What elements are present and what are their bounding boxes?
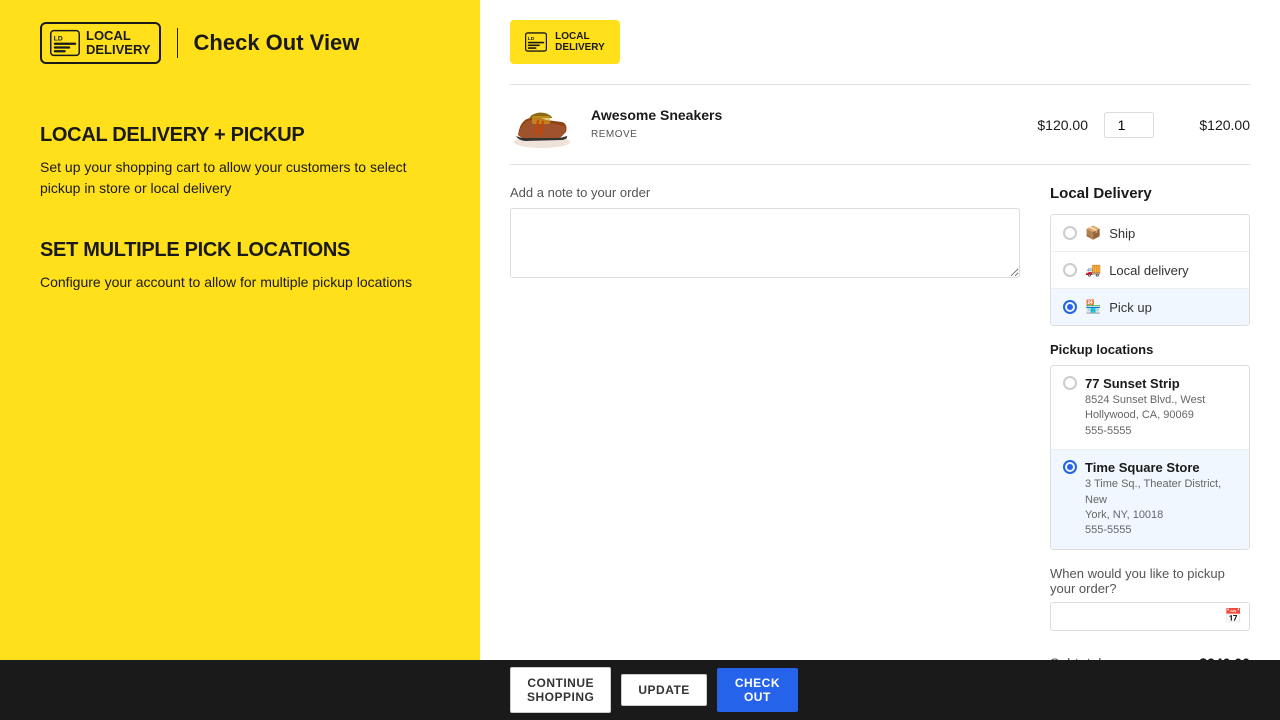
option-pickup[interactable]: 🏪 Pick up xyxy=(1051,289,1249,325)
subtotal-row: Subtotal $240.00 xyxy=(1050,647,1250,660)
option-ship[interactable]: 📦 Ship xyxy=(1051,215,1249,252)
item-price: $120.00 xyxy=(1008,117,1088,133)
pickup-locations-title: Pickup locations xyxy=(1050,342,1250,357)
pickup-date-label: When would you like to pickup your order… xyxy=(1050,566,1250,596)
bottom-bar: CONTINUE SHOPPING UPDATE CHECK OUT xyxy=(0,660,1280,720)
sunset-radio[interactable] xyxy=(1063,376,1077,390)
logo-line2: DELIVERY xyxy=(86,43,151,57)
pickup-date-input[interactable] xyxy=(1050,602,1250,631)
logo-badge: LD LOCAL DELIVERY xyxy=(40,22,161,64)
local-radio[interactable] xyxy=(1063,263,1077,277)
local-label: Local delivery xyxy=(1109,263,1189,278)
feature-multiple-locations: SET MULTIPLE PICK LOCATIONS Configure yo… xyxy=(40,239,440,293)
pickup-radio[interactable] xyxy=(1063,300,1077,314)
remove-button[interactable]: REMOVE xyxy=(591,127,637,142)
feature1-title: LOCAL DELIVERY + PICKUP xyxy=(40,124,440,147)
checkout-button[interactable]: CHECK OUT xyxy=(717,668,798,712)
delivery-section-title: Local Delivery xyxy=(1050,185,1250,202)
continue-shopping-button[interactable]: CONTINUE SHOPPING xyxy=(510,667,611,713)
feature1-desc: Set up your shopping cart to allow your … xyxy=(40,157,440,199)
item-quantity[interactable] xyxy=(1104,112,1154,138)
ship-radio[interactable] xyxy=(1063,226,1077,240)
location-sunset[interactable]: 77 Sunset Strip 8524 Sunset Blvd., WestH… xyxy=(1051,366,1249,450)
ship-label: Ship xyxy=(1109,226,1135,241)
delivery-options: 📦 Ship 🚚 Local delivery 🏪 Pick up xyxy=(1050,214,1250,326)
local-icon: 🚚 xyxy=(1085,262,1101,278)
location-timesquare[interactable]: Time Square Store 3 Time Sq., Theater Di… xyxy=(1051,450,1249,549)
note-label: Add a note to your order xyxy=(510,185,1020,200)
feature2-desc: Configure your account to allow for mult… xyxy=(40,272,440,293)
page-title: Check Out View xyxy=(194,30,360,56)
sunset-name: 77 Sunset Strip xyxy=(1085,376,1237,391)
sneaker-image xyxy=(510,100,575,150)
calendar-icon: 📅 xyxy=(1225,608,1242,625)
shop-logo-icon: LD xyxy=(525,32,547,52)
timesquare-name: Time Square Store xyxy=(1085,460,1237,475)
update-button[interactable]: UPDATE xyxy=(621,674,706,706)
order-note-input[interactable] xyxy=(510,208,1020,278)
pickup-date-wrapper: 📅 xyxy=(1050,602,1250,631)
option-local[interactable]: 🚚 Local delivery xyxy=(1051,252,1249,289)
sunset-address: 8524 Sunset Blvd., WestHollywood, CA, 90… xyxy=(1085,393,1237,439)
shop-logo: LD LOCAL DELIVERY xyxy=(510,20,620,64)
timesquare-radio[interactable] xyxy=(1063,460,1077,474)
header-divider xyxy=(177,28,178,58)
item-details: Awesome Sneakers REMOVE xyxy=(591,107,992,142)
pickup-locations: 77 Sunset Strip 8524 Sunset Blvd., WestH… xyxy=(1050,365,1250,550)
svg-text:LD: LD xyxy=(54,35,63,42)
shop-logo-line1: LOCAL xyxy=(555,31,605,42)
timesquare-address: 3 Time Sq., Theater District, NewYork, N… xyxy=(1085,477,1237,539)
checkout-panel: LD LOCAL DELIVERY xyxy=(480,0,1280,660)
feature-local-delivery: LOCAL DELIVERY + PICKUP Set up your shop… xyxy=(40,124,440,199)
pickup-label: Pick up xyxy=(1109,300,1152,315)
cart-item: Awesome Sneakers REMOVE $120.00 $120.00 xyxy=(510,84,1250,165)
feature2-title: SET MULTIPLE PICK LOCATIONS xyxy=(40,239,440,262)
logo-icon: LD xyxy=(50,28,80,58)
item-total: $120.00 xyxy=(1170,117,1250,133)
ship-icon: 📦 xyxy=(1085,225,1101,241)
shop-logo-line2: DELIVERY xyxy=(555,42,605,53)
item-image xyxy=(510,97,575,152)
item-name: Awesome Sneakers xyxy=(591,107,992,123)
pickup-icon: 🏪 xyxy=(1085,299,1101,315)
svg-text:LD: LD xyxy=(528,36,535,42)
logo-line1: LOCAL xyxy=(86,29,151,43)
